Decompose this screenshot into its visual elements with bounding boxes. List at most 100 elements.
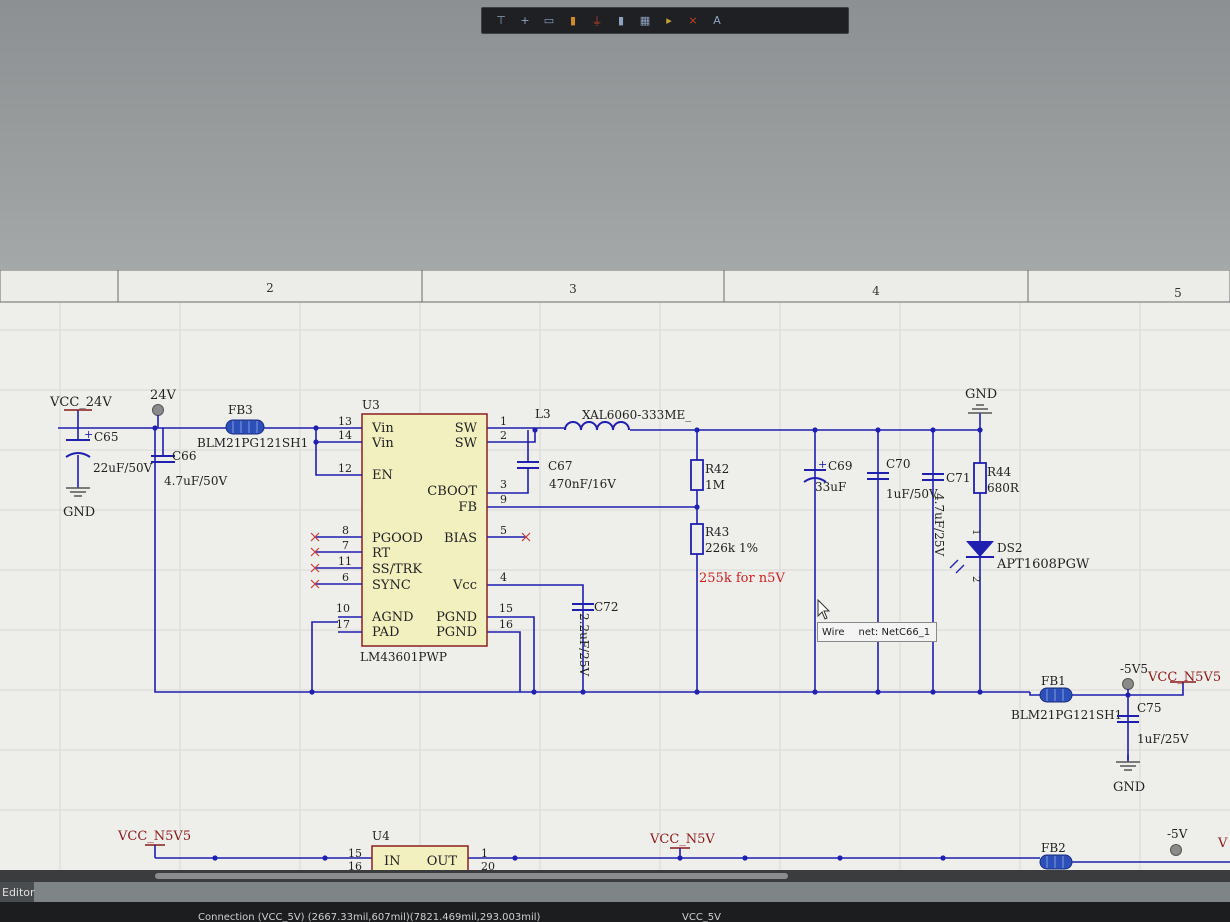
- resistor-r42[interactable]: R42 1M: [690, 459, 729, 492]
- value-c72: 2.2uF/25V: [577, 613, 591, 676]
- scrollbar-thumb[interactable]: [155, 873, 788, 879]
- value-c71: 4.7uF/25V: [932, 493, 946, 556]
- ref-c69: C69: [828, 459, 852, 473]
- pin-number: 17: [336, 618, 350, 631]
- pin-name: EN: [372, 468, 393, 483]
- wire-hover-tooltip: Wire net: NetC66_1: [817, 622, 937, 642]
- editor-tab[interactable]: Editor: [0, 882, 35, 902]
- active-bar-toolbar: ⊤ + ▭ ▮ ⏚ ▮ ▦ ▸ ⨯ A: [481, 7, 849, 34]
- zone-label: 4: [872, 284, 880, 298]
- pin-number: 7: [342, 539, 349, 552]
- horizontal-scrollbar[interactable]: [0, 870, 1230, 882]
- pin-name: SW: [455, 436, 478, 451]
- ref-u4: U4: [372, 829, 390, 843]
- pin-number: 3: [500, 478, 507, 491]
- pin-name: PGND: [436, 610, 477, 625]
- place-bus-icon[interactable]: ▭: [538, 10, 560, 32]
- inductor-l3[interactable]: L3 XAL6060-333ME_: [535, 407, 691, 431]
- ref-r44: R44: [987, 465, 1012, 479]
- pin-name: FB: [458, 500, 477, 515]
- value-u3: LM43601PWP: [360, 650, 447, 664]
- resistor-r43[interactable]: R43 226k 1% 255k for n5V: [690, 523, 785, 586]
- ferrite-bead-fb1[interactable]: FB1 BLM21PG121SH1: [1011, 674, 1122, 722]
- ref-ds2: DS2: [997, 541, 1022, 555]
- pin-name: SS/TRK: [372, 562, 422, 577]
- net-vcc-24v: VCC_24V: [49, 395, 112, 410]
- place-wire-icon[interactable]: +: [514, 10, 536, 32]
- pin-number: 13: [338, 415, 352, 428]
- place-power-icon[interactable]: ⏚: [586, 10, 608, 32]
- pin-number: 1: [970, 529, 981, 535]
- editor-tab-label: Editor: [2, 885, 35, 899]
- ref-fb1: FB1: [1041, 674, 1066, 688]
- ref-c75: C75: [1137, 701, 1161, 715]
- value-c67: 470nF/16V: [549, 477, 616, 491]
- capacitor-c65[interactable]: + C65 22uF/50V: [65, 428, 153, 475]
- capacitor-c72[interactable]: C72 2.2uF/25V: [572, 600, 618, 676]
- place-port-icon[interactable]: ▮: [562, 10, 584, 32]
- ref-c70: C70: [886, 457, 910, 471]
- pin-name: Vin: [371, 421, 394, 436]
- pin-number: 8: [342, 524, 349, 537]
- svg-text:+: +: [84, 428, 93, 441]
- pin-name: IN: [384, 854, 401, 869]
- zone-label: 2: [266, 281, 274, 295]
- ref-u3: U3: [362, 398, 380, 412]
- pin-number: 2: [970, 576, 981, 582]
- pin-number: 15: [348, 847, 362, 860]
- wires[interactable]: [58, 413, 1230, 863]
- pin-number: 12: [338, 462, 352, 475]
- value-fb3: BLM21PG121SH1: [197, 436, 308, 450]
- text-icon[interactable]: A: [706, 10, 728, 32]
- schematic-canvas[interactable]: 2 3 4 5 VCC_24V 24V GND GND GND -5V5 VCC…: [0, 270, 1230, 878]
- net-minus-5v5: -5V5: [1120, 662, 1148, 676]
- pin-number: 15: [499, 602, 513, 615]
- ref-fb3: FB3: [228, 403, 253, 417]
- net-gnd: GND: [965, 387, 997, 402]
- value-r42: 1M: [705, 478, 725, 492]
- net-label-cut: V: [1217, 836, 1228, 851]
- value-c70: 1uF/50V: [886, 487, 938, 501]
- capacitor-c71[interactable]: C71 4.7uF/25V: [922, 471, 970, 556]
- pin-number: 4: [500, 571, 507, 584]
- pin-number: 5: [500, 524, 507, 537]
- pin-number: 6: [342, 571, 349, 584]
- no-erc-icon[interactable]: ⨯: [682, 10, 704, 32]
- value-ds2: APT1608PGW: [996, 557, 1090, 572]
- pin-name: BIAS: [444, 531, 477, 546]
- ref-c65: C65: [94, 430, 118, 444]
- ref-c67: C67: [548, 459, 572, 473]
- filter-icon[interactable]: ⊤: [490, 10, 512, 32]
- capacitor-c69[interactable]: + C69 33uF: [803, 458, 852, 494]
- pin-number: 16: [499, 618, 513, 631]
- pin-number: 10: [336, 602, 350, 615]
- pin-number: 2: [500, 429, 507, 442]
- zone-label: 5: [1174, 286, 1182, 300]
- net-minus-5v: -5V: [1167, 827, 1188, 841]
- status-bar: Connection (VCC_5V) (2667.33mil,607mil)(…: [0, 902, 1230, 922]
- capacitor-c67[interactable]: C67 470nF/16V: [517, 459, 616, 491]
- net-24v: 24V: [150, 388, 177, 403]
- ref-c72: C72: [594, 600, 618, 614]
- place-sheet-icon[interactable]: ▦: [634, 10, 656, 32]
- pin-number: 14: [338, 429, 352, 442]
- svg-text:+: +: [818, 458, 827, 471]
- pin-number: 11: [338, 555, 352, 568]
- power-ports[interactable]: VCC_24V 24V GND GND GND -5V5 VCC_N5V5 VC…: [49, 387, 1228, 858]
- zone-ruler: 2 3 4 5: [0, 270, 1230, 303]
- ref-c71: C71: [946, 471, 970, 485]
- unused-canvas-area: [0, 0, 1230, 270]
- pin-name: PGND: [436, 625, 477, 640]
- pin-name: AGND: [371, 610, 414, 625]
- net-gnd: GND: [63, 505, 95, 520]
- ferrite-bead-fb2[interactable]: FB2: [1039, 841, 1073, 870]
- pin-name: PGOOD: [372, 531, 423, 546]
- schematic-sheet[interactable]: 2 3 4 5 VCC_24V 24V GND GND GND -5V5 VCC…: [0, 270, 1230, 878]
- ferrite-bead-fb3[interactable]: FB3 BLM21PG121SH1: [197, 403, 308, 450]
- resistor-r44[interactable]: R44 680R: [973, 462, 1020, 495]
- place-part-icon[interactable]: ▮: [610, 10, 632, 32]
- ic-u3[interactable]: U3 LM43601PWP Vin Vin EN PGOOD RT SS/TRK…: [310, 398, 531, 664]
- place-netlabel-icon[interactable]: ▸: [658, 10, 680, 32]
- value-c66: 4.7uF/50V: [164, 474, 227, 488]
- pin-name: RT: [372, 546, 391, 561]
